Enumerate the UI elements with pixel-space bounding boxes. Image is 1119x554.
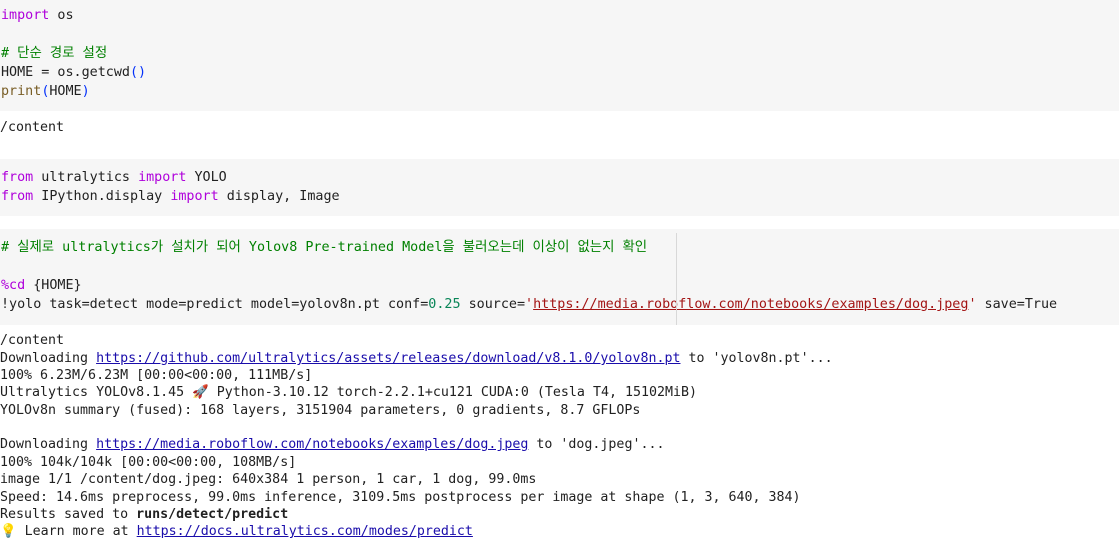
code-line: %cd {HOME} (1, 278, 82, 293)
output-link[interactable]: https://github.com/ultralytics/assets/re… (96, 351, 680, 366)
output-line: 💡 Learn more at https://docs.ultralytics… (0, 524, 473, 539)
column-ruler (676, 233, 677, 325)
output-line: /content (0, 120, 65, 135)
output-line: image 1/1 /content/dog.jpeg: 640x384 1 p… (0, 472, 537, 487)
code-comment: # 실제로 ultralytics가 설치가 되어 Yolov8 Pre-tra… (1, 240, 648, 255)
code-line: !yolo task=detect mode=predict model=yol… (1, 297, 1058, 312)
output-line: 100% 6.23M/6.23M [00:00<00:00, 111MB/s] (0, 368, 313, 383)
output-line: Results saved to runs/detect/predict (0, 507, 289, 522)
output-line: Ultralytics YOLOv8.1.45 🚀 Python-3.10.12… (0, 385, 698, 400)
output-line: Downloading https://media.roboflow.com/n… (0, 437, 665, 452)
code-cell-1[interactable]: import os # 단순 경로 설정 HOME = os.getcwd() … (0, 0, 1119, 111)
output-area-3: /content Downloading https://github.com/… (0, 325, 1119, 554)
output-line: Downloading https://github.com/ultralyti… (0, 351, 833, 366)
output-link[interactable]: https://docs.ultralytics.com/modes/predi… (137, 524, 473, 539)
output-line: /content (0, 333, 65, 348)
lightbulb-icon: 💡 (0, 524, 17, 539)
code-line: from IPython.display import display, Ima… (1, 189, 340, 204)
code-comment: # 단순 경로 설정 (1, 46, 108, 61)
code-line: from ultralytics import YOLO (1, 170, 227, 185)
output-line: 100% 104k/104k [00:00<00:00, 108MB/s] (0, 455, 297, 470)
output-link[interactable]: https://media.roboflow.com/notebooks/exa… (96, 437, 528, 452)
code-line: HOME = os.getcwd() (1, 65, 147, 80)
code-url-link[interactable]: https://media.roboflow.com/notebooks/exa… (533, 297, 968, 312)
output-line: Speed: 14.6ms preprocess, 99.0ms inferen… (0, 490, 801, 505)
code-cell-3[interactable]: # 실제로 ultralytics가 설치가 되어 Yolov8 Pre-tra… (0, 229, 1119, 325)
code-line: import os (1, 8, 74, 23)
output-area-1: /content (0, 111, 1119, 159)
code-line: print(HOME) (1, 84, 90, 99)
code-cell-2[interactable]: from ultralytics import YOLO from IPytho… (0, 159, 1119, 216)
output-line: YOLOv8n summary (fused): 168 layers, 315… (0, 403, 641, 418)
